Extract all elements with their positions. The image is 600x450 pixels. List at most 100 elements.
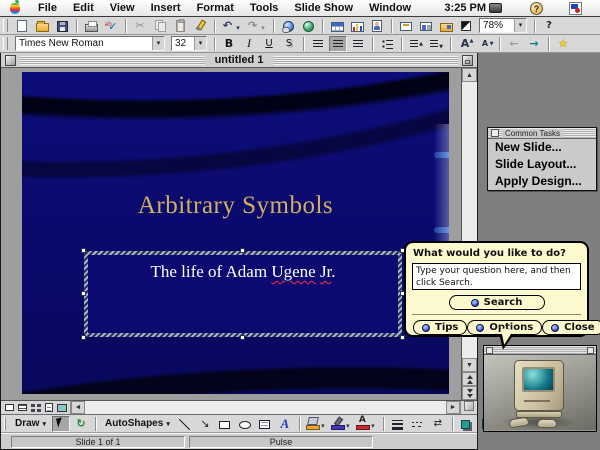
align-right-button[interactable] (349, 36, 367, 52)
apply-design-button[interactable] (437, 18, 455, 34)
font-color-button[interactable] (355, 416, 378, 432)
window-title-bar[interactable]: untitled 1 (1, 53, 477, 68)
selection-handle[interactable] (81, 291, 86, 296)
scroll-up-arrow[interactable] (462, 68, 477, 82)
autoshapes-menu[interactable]: AutoShapes (100, 416, 175, 432)
font-color-dropdown-arrow[interactable] (369, 415, 377, 433)
zoom-dropdown-arrow[interactable] (514, 19, 526, 32)
font-size-combo[interactable]: 32 (171, 36, 207, 51)
decrease-paragraph-spacing-button[interactable] (427, 36, 445, 52)
window-collapse-box[interactable] (462, 55, 473, 66)
decrease-font-size-button[interactable] (476, 36, 494, 52)
align-center-button[interactable] (329, 36, 347, 52)
line-color-dropdown-arrow[interactable] (344, 415, 352, 433)
slide-layout-command[interactable]: Slide Layout... (488, 156, 596, 173)
print-button[interactable] (82, 18, 100, 34)
slide-title[interactable]: Arbitrary Symbols (22, 192, 449, 220)
selection-handle[interactable] (240, 248, 245, 253)
window-close-box[interactable] (5, 55, 16, 66)
selection-handle[interactable] (81, 248, 86, 253)
dash-style-button[interactable] (409, 416, 427, 432)
line-style-button[interactable] (389, 416, 407, 432)
slide-view-button[interactable] (3, 402, 16, 414)
palette-close-box[interactable] (491, 129, 499, 137)
line-button[interactable] (176, 416, 194, 432)
arrow-button[interactable] (196, 416, 214, 432)
toolbar-grip[interactable] (3, 19, 8, 32)
resize-grip[interactable] (460, 401, 477, 414)
menu-insert[interactable]: Insert (143, 2, 189, 14)
selection-handle[interactable] (400, 335, 405, 340)
slide-layout-button[interactable] (417, 18, 435, 34)
promote-button[interactable] (505, 36, 523, 52)
toolbar-grip[interactable] (3, 37, 8, 50)
insert-clipart-button[interactable] (368, 18, 386, 34)
fill-color-dropdown-arrow[interactable] (319, 415, 327, 433)
scroll-right-arrow[interactable] (446, 401, 460, 414)
increase-font-size-button[interactable] (456, 36, 474, 52)
selection-handle[interactable] (81, 335, 86, 340)
increase-paragraph-spacing-button[interactable] (407, 36, 425, 52)
toolbar-grip[interactable] (4, 417, 6, 430)
menu-format[interactable]: Format (189, 2, 242, 14)
text-shadow-button[interactable] (280, 36, 298, 52)
fill-color-button[interactable] (305, 416, 328, 432)
arrow-style-button[interactable] (429, 416, 447, 432)
menu-slide-show[interactable]: Slide Show (286, 2, 361, 14)
cut-button[interactable] (131, 18, 149, 34)
italic-button[interactable] (240, 36, 258, 52)
save-button[interactable] (53, 18, 71, 34)
web-toolbar-button[interactable] (299, 18, 317, 34)
select-button[interactable] (52, 416, 70, 432)
help-menu-icon[interactable] (530, 2, 543, 15)
template-name[interactable]: Pulse (189, 436, 373, 448)
demote-button[interactable] (525, 36, 543, 52)
menu-window[interactable]: Window (361, 2, 419, 14)
palette-title-bar[interactable]: Common Tasks (488, 128, 596, 139)
undo-dropdown-arrow[interactable] (234, 17, 242, 35)
apple-menu[interactable] (0, 3, 30, 14)
font-name-combo[interactable]: Times New Roman (15, 36, 165, 51)
apply-design-command[interactable]: Apply Design... (488, 173, 596, 190)
word-art-button[interactable] (276, 416, 294, 432)
font-size-dropdown-arrow[interactable] (194, 37, 206, 50)
menubar-extra-icon[interactable] (489, 3, 502, 13)
insert-hyperlink-button[interactable] (279, 18, 297, 34)
redo-dropdown-arrow[interactable] (259, 17, 267, 35)
font-name-dropdown-arrow[interactable] (152, 37, 164, 50)
zoom-combo[interactable]: 78% (479, 18, 527, 33)
bullets-button[interactable] (378, 36, 396, 52)
subtitle-placeholder[interactable]: The life of Adam Ugene Jr. (84, 251, 402, 337)
menu-file[interactable]: File (30, 2, 65, 14)
subtitle-text[interactable]: The life of Adam Ugene Jr. (88, 262, 398, 282)
assistant-question-input[interactable]: Type your question here, and then click … (412, 263, 581, 290)
outline-view-button[interactable] (16, 402, 29, 414)
horizontal-scroll-track[interactable] (85, 401, 446, 414)
copy-button[interactable] (151, 18, 169, 34)
align-left-button[interactable] (309, 36, 327, 52)
new-slide-button[interactable] (397, 18, 415, 34)
new-document-button[interactable] (13, 18, 31, 34)
bold-button[interactable] (220, 36, 238, 52)
assistant-close-box[interactable] (486, 347, 493, 354)
spelling-button[interactable] (102, 18, 120, 34)
close-button[interactable]: Close (542, 320, 600, 335)
slide-show-view-button[interactable] (55, 402, 68, 414)
application-menu-icon[interactable] (569, 2, 582, 15)
next-slide-button[interactable] (462, 386, 477, 400)
format-painter-button[interactable] (191, 18, 209, 34)
scroll-left-arrow[interactable] (71, 401, 85, 414)
line-color-button[interactable] (330, 416, 353, 432)
assistant-zoom-box[interactable] (587, 347, 594, 354)
shadow-effect-button[interactable] (458, 416, 476, 432)
notes-page-view-button[interactable] (42, 402, 55, 414)
vertical-scrollbar[interactable] (461, 68, 477, 400)
insert-table-button[interactable] (328, 18, 346, 34)
help-button[interactable] (540, 18, 558, 34)
redo-button[interactable] (245, 18, 268, 34)
slide[interactable]: Arbitrary Symbols The life of Adam Ugene… (22, 72, 449, 394)
draw-menu[interactable]: Draw (10, 416, 51, 432)
black-and-white-button[interactable] (457, 18, 475, 34)
slide-sorter-view-button[interactable] (29, 402, 42, 414)
previous-slide-button[interactable] (462, 372, 477, 386)
